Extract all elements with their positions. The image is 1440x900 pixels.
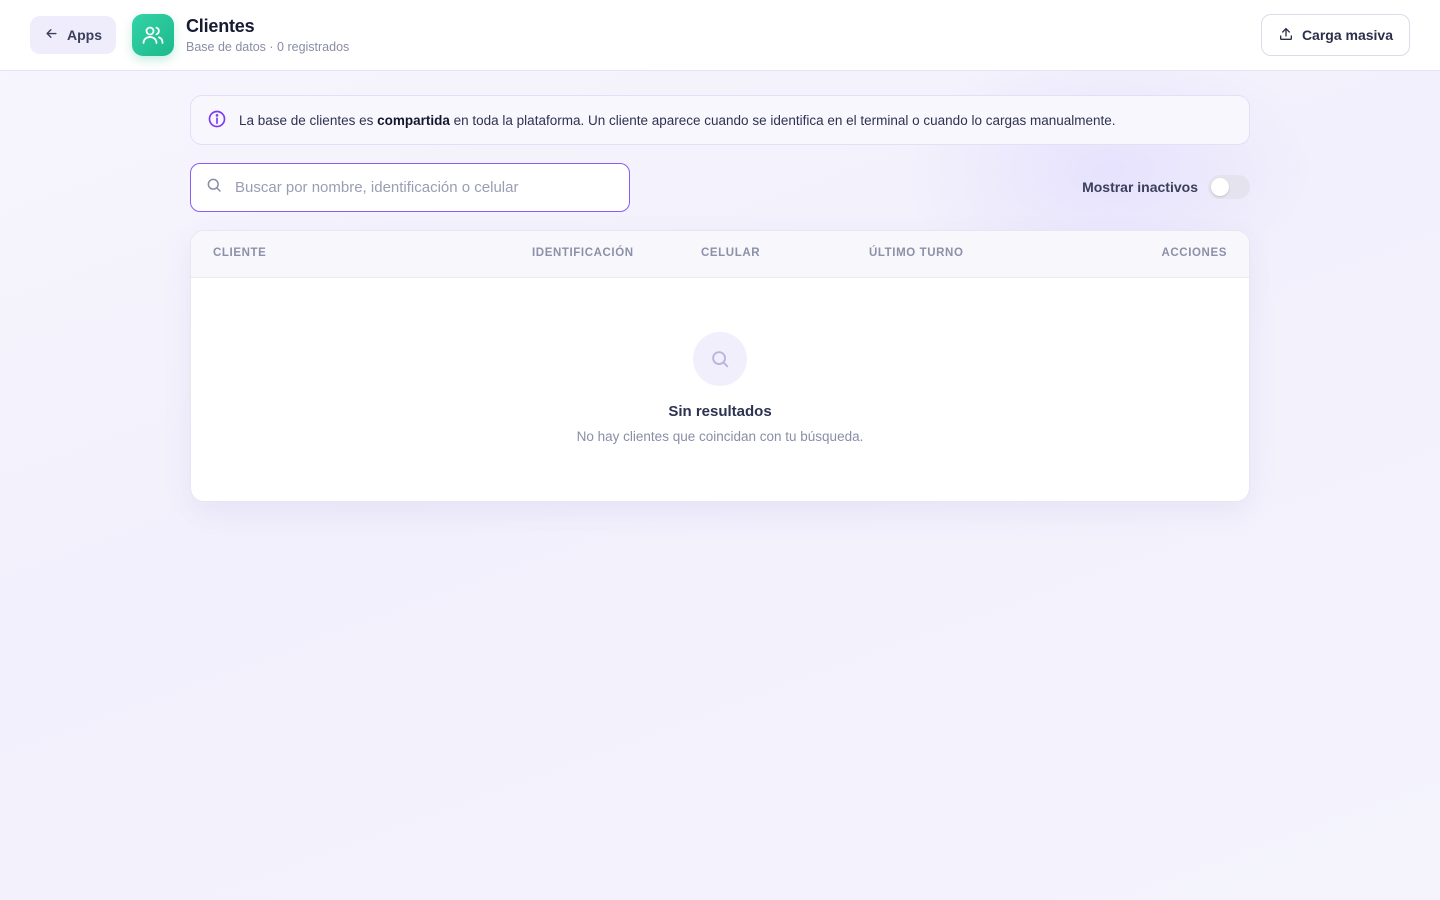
show-inactive-filter: Mostrar inactivos: [1082, 175, 1250, 199]
column-header-identification[interactable]: IDENTIFICACIÓN: [532, 247, 634, 259]
page-title-block: Clientes Base de datos · 0 registrados: [186, 16, 349, 54]
users-icon: [132, 14, 174, 56]
show-inactive-label: Mostrar inactivos: [1082, 179, 1198, 195]
arrow-left-icon: [44, 26, 59, 44]
column-header-client[interactable]: CLIENTE: [213, 247, 266, 259]
bulk-upload-button[interactable]: Carga masiva: [1260, 14, 1410, 56]
empty-state: Sin resultados No hay clientes que coinc…: [191, 278, 1249, 501]
top-bar: Apps Clientes Base de datos · 0 registra…: [0, 0, 1440, 71]
empty-state-message: No hay clientes que coincidan con tu bús…: [576, 429, 864, 444]
search-box[interactable]: [190, 163, 630, 212]
column-header-actions: ACCIONES: [1161, 247, 1227, 259]
toggle-knob: [1211, 178, 1229, 196]
info-text-bold: compartida: [377, 112, 450, 128]
clients-table: CLIENTE IDENTIFICACIÓN CELULAR ÚLTIMO TU…: [190, 230, 1250, 502]
page-title: Clientes: [186, 16, 255, 36]
back-button-label: Apps: [67, 27, 102, 43]
search-icon: [693, 332, 747, 386]
upload-icon: [1278, 26, 1294, 45]
page-subtitle: Base de datos · 0 registrados: [186, 40, 350, 54]
search-icon: [205, 176, 223, 199]
show-inactive-toggle[interactable]: [1208, 175, 1250, 199]
bulk-upload-label: Carga masiva: [1301, 27, 1393, 43]
info-text: La base de clientes es compartida en tod…: [239, 112, 1116, 128]
info-banner: La base de clientes es compartida en tod…: [190, 95, 1250, 145]
search-input[interactable]: [235, 179, 615, 196]
column-header-phone[interactable]: CELULAR: [701, 247, 760, 259]
empty-state-title: Sin resultados: [668, 403, 772, 420]
table-header: CLIENTE IDENTIFICACIÓN CELULAR ÚLTIMO TU…: [191, 231, 1249, 278]
column-header-last-turn[interactable]: ÚLTIMO TURNO: [869, 247, 964, 259]
info-icon: [207, 109, 227, 132]
back-to-apps-button[interactable]: Apps: [30, 16, 116, 54]
